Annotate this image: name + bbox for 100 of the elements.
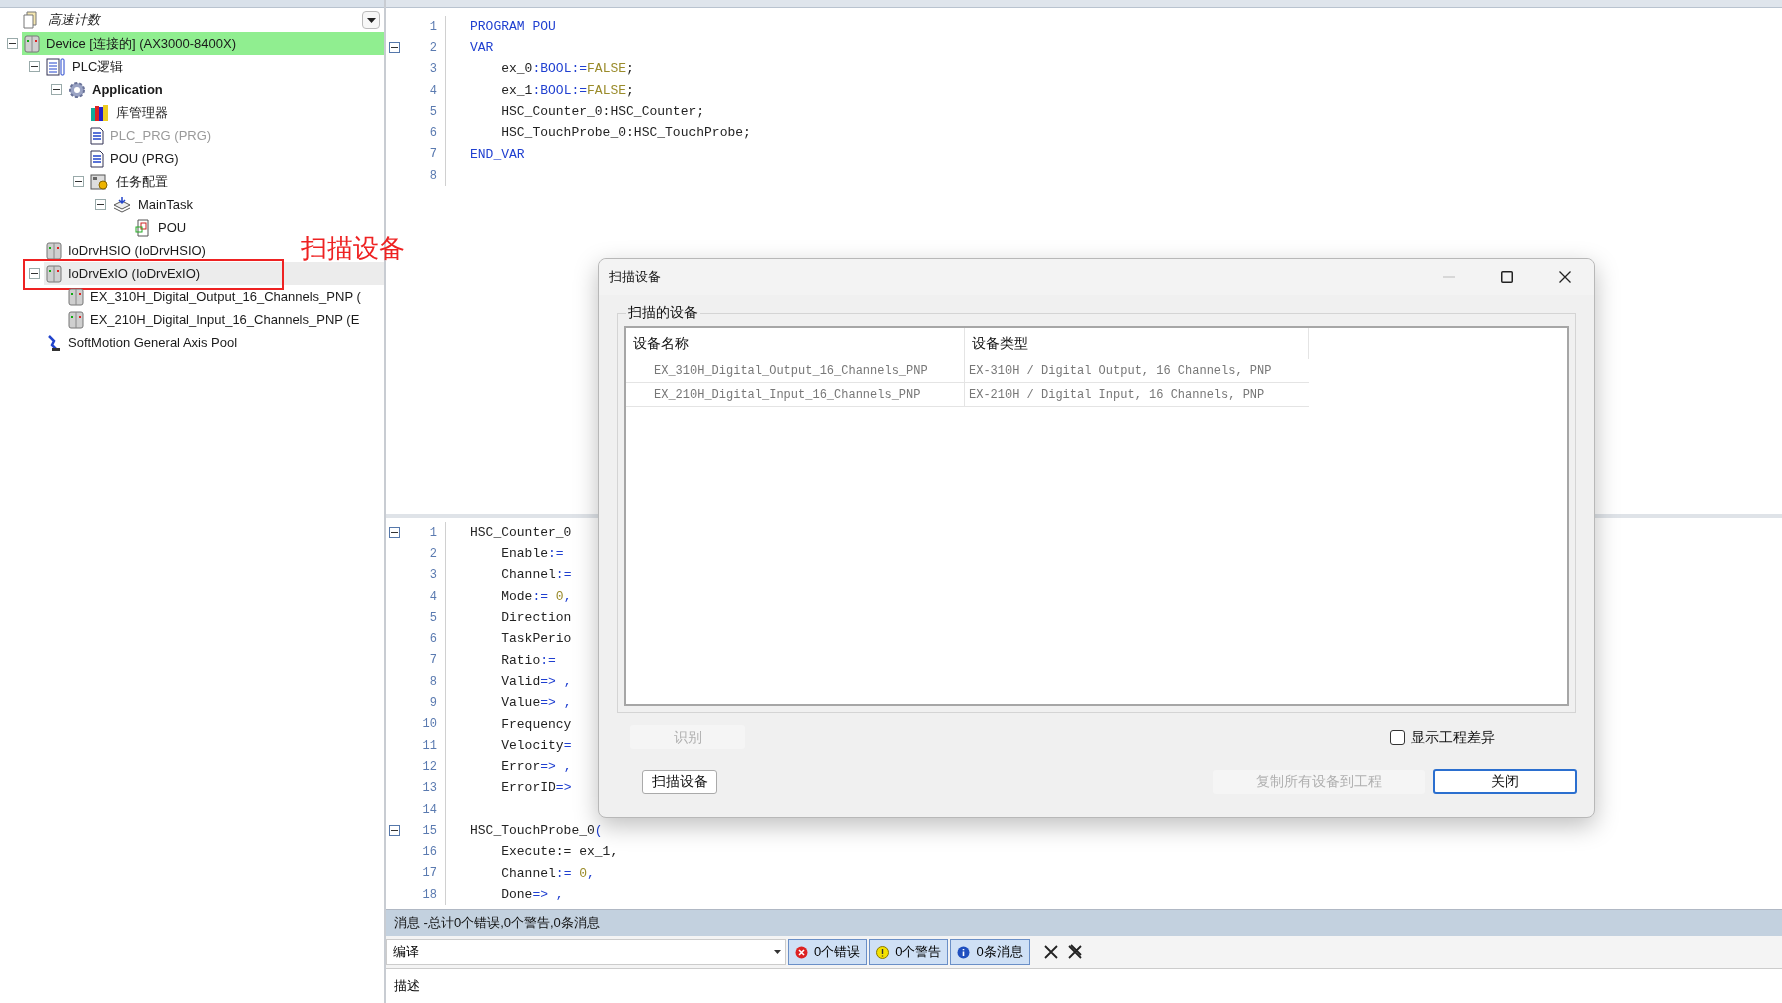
code-line: ex_0:BOOL:=FALSE; <box>500 60 634 79</box>
tree-item[interactable]: Application <box>92 79 163 100</box>
filter-toggle[interactable]: 0条消息 <box>950 939 1030 965</box>
code-line: Ratio:= <box>500 651 556 670</box>
document-icon <box>90 126 104 145</box>
scan-button[interactable]: 扫描设备 <box>642 769 717 794</box>
code-line: Done=> , <box>500 885 564 904</box>
code-line: ErrorID=> <box>500 779 572 798</box>
caret-icon <box>366 17 376 23</box>
column-header[interactable]: 设备名称 <box>626 328 965 359</box>
table-cell-text: EX_210H_Digital_Input_16_Channels_PNP <box>654 386 921 404</box>
warning-icon <box>876 945 890 959</box>
stack-icon <box>112 195 132 214</box>
code-line: HSC_Counter_0 <box>469 523 572 542</box>
tree-item[interactable]: 任务配置 <box>116 171 168 192</box>
project-icon <box>22 11 40 29</box>
collapse-toggle[interactable] <box>73 176 84 187</box>
code-line: Value=> , <box>500 694 572 713</box>
code-line: HSC_Counter_0:HSC_Counter; <box>500 103 705 122</box>
document-icon <box>90 149 104 168</box>
source-select[interactable]: 编译 <box>386 939 786 965</box>
close-dialog-button[interactable]: 关闭 <box>1433 769 1577 794</box>
filter-toggle[interactable]: 0个错误 <box>788 939 868 965</box>
error-icon <box>795 945 808 959</box>
fold-toggle[interactable] <box>388 527 400 539</box>
annotation-text: 扫描设备 <box>301 232 405 265</box>
tree-item[interactable]: MainTask <box>138 194 193 215</box>
line-number: 2 <box>429 39 437 57</box>
collapse-toggle[interactable] <box>95 199 106 210</box>
tree-item[interactable]: IoDrvHSIO (IoDrvHSIO) <box>68 240 206 261</box>
close-icon <box>1559 271 1571 283</box>
axis-icon <box>46 333 62 352</box>
tree-item[interactable]: POU <box>158 217 187 238</box>
document-icon <box>46 57 66 76</box>
line-number: 11 <box>422 737 437 755</box>
code-line: Enable:= <box>500 545 564 564</box>
close-icon <box>1043 945 1058 959</box>
line-number: 5 <box>429 609 437 627</box>
code-line: Execute:= ex_1, <box>500 843 619 862</box>
line-number: 1 <box>429 524 437 542</box>
code-line: HSC_TouchProbe_0( <box>469 822 603 841</box>
code-line: TaskPerio <box>500 630 572 649</box>
column-header: 描述 <box>394 977 420 996</box>
line-number: 14 <box>422 801 437 819</box>
line-number: 8 <box>429 673 437 691</box>
device-icon <box>68 287 84 306</box>
tree-item[interactable]: PLC逻辑 <box>72 56 124 77</box>
line-number: 7 <box>429 146 437 164</box>
messages-title: 消息 -总计0个错误,0个警告,0条消息 <box>386 910 1782 936</box>
caret-icon <box>774 950 781 954</box>
minus-icon <box>31 63 38 70</box>
code-line: PROGRAM POU <box>469 17 556 36</box>
line-number: 8 <box>429 167 437 185</box>
checkbox-label: 显示工程差异 <box>1411 727 1495 747</box>
line-number: 16 <box>422 844 437 862</box>
line-number: 3 <box>429 61 437 79</box>
line-number: 7 <box>429 652 437 670</box>
tree-item[interactable]: SoftMotion General Axis Pool <box>68 332 238 353</box>
column-header[interactable]: 设备类型 <box>965 328 1309 359</box>
minus-icon <box>97 201 104 208</box>
filter-toggle[interactable]: 0个警告 <box>869 939 949 965</box>
line-number: 5 <box>429 103 437 121</box>
device-icon <box>46 264 62 283</box>
table-cell-text: EX-310H / Digital Output, 16 Channels, PNP <box>969 362 1272 380</box>
table-cell-text: EX-210H / Digital Input, 16 Channels, PNP <box>969 386 1265 404</box>
pou-icon <box>134 218 152 237</box>
code-line: END_VAR <box>469 145 525 164</box>
fold-toggle[interactable] <box>388 825 400 837</box>
tree-item[interactable]: POU (PRG) <box>110 148 179 169</box>
line-number: 13 <box>422 780 437 798</box>
table-cell-text: EX_310H_Digital_Output_16_Channels_PNP <box>654 362 928 380</box>
minus-icon <box>53 86 60 93</box>
dialog-title: 扫描设备 <box>609 268 661 287</box>
dropdown-button[interactable] <box>362 11 380 29</box>
code-line: HSC_TouchProbe_0:HSC_TouchProbe; <box>500 124 751 143</box>
code-line: Error=> , <box>500 758 572 777</box>
fold-toggle[interactable] <box>388 42 400 54</box>
line-number: 6 <box>429 631 437 649</box>
collapse-toggle[interactable] <box>7 38 18 49</box>
task-config-icon <box>90 172 110 191</box>
line-number: 9 <box>429 695 437 712</box>
line-number: 10 <box>422 716 437 734</box>
collapse-toggle[interactable] <box>29 268 40 279</box>
minus-icon <box>9 40 16 47</box>
tree-item[interactable]: EX_210H_Digital_Input_16_Channels_PNP (E <box>90 309 360 330</box>
line-number: 12 <box>422 758 437 776</box>
device-icon <box>24 34 40 53</box>
code-line: Channel:= 0, <box>500 864 595 883</box>
line-number: 4 <box>429 82 437 100</box>
tree-item[interactable]: 库管理器 <box>116 102 168 123</box>
line-number: 3 <box>429 567 437 585</box>
collapse-toggle[interactable] <box>29 61 40 72</box>
code-line: Velocity= <box>500 736 572 755</box>
checkbox[interactable] <box>1390 729 1405 745</box>
tree-item[interactable]: EX_310H_Digital_Output_16_Channels_PNP ( <box>90 286 361 307</box>
code-line: Channel:= <box>500 566 572 585</box>
collapse-toggle[interactable] <box>51 84 62 95</box>
device-icon <box>68 310 84 329</box>
line-number: 17 <box>422 865 437 883</box>
gear-icon <box>68 80 86 99</box>
